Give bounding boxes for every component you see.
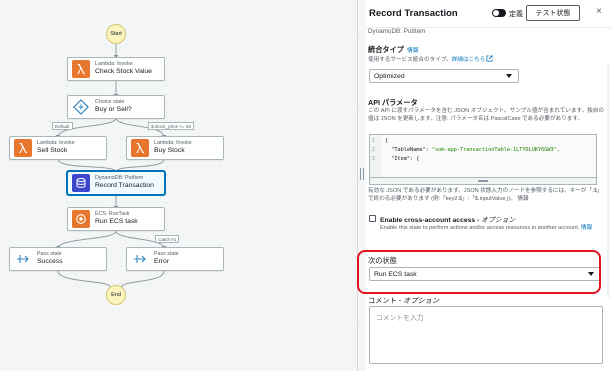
code-line: 1{ bbox=[370, 137, 596, 146]
choice-icon bbox=[72, 98, 90, 116]
node-name: Buy or Sell? bbox=[95, 106, 132, 114]
end-node[interactable]: End bbox=[106, 285, 126, 305]
node-name: Check Stock Value bbox=[95, 68, 152, 76]
end-label: End bbox=[111, 292, 121, 298]
optional-text: オプション bbox=[403, 296, 440, 305]
workflow-edges bbox=[55, 42, 167, 288]
code-text: "Item": { bbox=[385, 155, 419, 164]
edge-label-catch: Catch #1 bbox=[155, 235, 180, 243]
workflow-canvas[interactable]: Start Lambda: Invoke Check Stock Value Ch… bbox=[0, 0, 357, 371]
edge-success-end bbox=[57, 270, 111, 288]
node-type: ECS: RunTask bbox=[95, 211, 130, 218]
pass-icon bbox=[131, 250, 149, 268]
test-state-button[interactable]: テスト状態 bbox=[526, 5, 580, 21]
code-string: "som-app-TransactionTable-1LTYDLUKY6GW3"… bbox=[431, 147, 560, 153]
external-link-icon bbox=[486, 55, 493, 62]
code-key: "TableName": bbox=[391, 147, 432, 153]
node-choice[interactable]: Choice state Buy or Sell? bbox=[67, 95, 165, 119]
info-link[interactable]: 情報 bbox=[407, 48, 419, 54]
node-type: DynamoDB: PutItem bbox=[95, 175, 144, 182]
panel-title: Record Transaction bbox=[369, 8, 458, 19]
node-type: Lambda: Invoke bbox=[37, 140, 75, 147]
definition-label: 定義 bbox=[509, 11, 523, 18]
lambda-icon bbox=[131, 139, 149, 157]
grip-icon bbox=[360, 168, 364, 180]
edge-label-condition: $.stock_price <= 50 bbox=[148, 122, 195, 130]
definition-toggle[interactable] bbox=[492, 9, 506, 17]
edge-label-default: Default bbox=[52, 122, 73, 130]
node-type: Pass state bbox=[154, 251, 179, 258]
node-type: Pass state bbox=[37, 251, 62, 258]
pass-icon bbox=[14, 250, 32, 268]
node-name: Buy Stock bbox=[154, 147, 185, 155]
cross-account-checkbox[interactable] bbox=[369, 215, 376, 222]
integration-type-value: Optimized bbox=[374, 72, 405, 80]
code-key: "Item": { bbox=[391, 156, 420, 162]
node-run-ecs-task[interactable]: ECS: RunTask Run ECS task bbox=[67, 207, 165, 231]
learn-more-link[interactable]: 詳細はこちら bbox=[452, 57, 486, 63]
node-type: Choice state bbox=[95, 99, 125, 106]
integration-type-select[interactable]: Optimized bbox=[369, 69, 519, 83]
start-node[interactable]: Start bbox=[106, 24, 126, 44]
start-label: Start bbox=[110, 31, 122, 37]
api-params-editor[interactable]: 1{ 2 "TableName": "som-app-TransactionTa… bbox=[369, 134, 597, 178]
node-type: Lambda: Invoke bbox=[95, 61, 133, 68]
inspector-panel: Record Transaction 定義 テスト状態 × DynamoDB: … bbox=[366, 0, 612, 371]
api-name: DynamoDB: PutItem bbox=[368, 28, 426, 35]
panel-body: DynamoDB: PutItem 統合タイプ 情報 使用するサービス統合のタイプ… bbox=[366, 28, 612, 371]
edge-ecs-success bbox=[57, 230, 117, 249]
line-number: 2 bbox=[372, 148, 375, 153]
panel-resize-handle[interactable] bbox=[357, 0, 366, 371]
node-success[interactable]: Pass state Success bbox=[9, 247, 107, 271]
code-text: { bbox=[385, 138, 389, 144]
cross-account-desc: Enable this state to perform actions and… bbox=[380, 225, 602, 233]
comment-label-text: コメント - bbox=[368, 296, 404, 305]
node-type: Lambda: Invoke bbox=[154, 140, 192, 147]
node-sell-stock[interactable]: Lambda: Invoke Sell Stock bbox=[9, 136, 107, 160]
cross-account-text: Enable cross-account access - bbox=[380, 217, 482, 224]
dynamodb-icon bbox=[72, 174, 90, 192]
api-params-desc: この API に渡すパラメータを含む JSON オブジェクト。サンプル値が含まれ… bbox=[368, 108, 604, 122]
line-number: 1 bbox=[372, 139, 375, 144]
code-line: 2 "TableName": "som-app-TransactionTable… bbox=[370, 146, 596, 155]
node-check-stock[interactable]: Lambda: Invoke Check Stock Value bbox=[67, 57, 165, 81]
integration-desc-text: 使用するサービス統合のタイプ。 bbox=[368, 57, 452, 63]
node-buy-stock[interactable]: Lambda: Invoke Buy Stock bbox=[126, 136, 224, 160]
integration-type-label: 統合タイプ 情報 bbox=[368, 45, 419, 55]
close-icon[interactable]: × bbox=[596, 7, 602, 17]
cross-account-label: Enable cross-account access - オプション bbox=[380, 214, 515, 224]
cross-account-desc-text: Enable this state to perform actions and… bbox=[380, 225, 580, 231]
caret-down-icon bbox=[506, 74, 512, 78]
editor-resize-handle[interactable] bbox=[369, 178, 597, 185]
integration-type-text: 統合タイプ bbox=[368, 45, 404, 54]
comment-placeholder: コメントを入力 bbox=[376, 315, 424, 322]
code-text: "TableName": "som-app-TransactionTable-1… bbox=[385, 146, 560, 155]
optional-text: オプション bbox=[481, 217, 516, 224]
panel-scrollbar[interactable] bbox=[607, 63, 610, 298]
info-link[interactable]: 情報 bbox=[581, 225, 592, 231]
lambda-icon bbox=[72, 60, 90, 78]
node-name: Success bbox=[37, 258, 63, 266]
code-line: 3 "Item": { bbox=[370, 155, 596, 164]
grip-icon bbox=[478, 180, 488, 182]
line-number: 3 bbox=[372, 157, 375, 162]
highlight-annotation bbox=[357, 250, 601, 294]
comment-label: コメント - オプション bbox=[368, 296, 439, 306]
api-params-help: 有効な JSON である必要があります。JSON 状態入力のノードを参照するには… bbox=[368, 188, 603, 202]
node-record-transaction[interactable]: DynamoDB: PutItem Record Transaction bbox=[67, 171, 165, 195]
lambda-icon bbox=[14, 139, 32, 157]
node-name: Error bbox=[154, 258, 170, 266]
edge-error-end bbox=[121, 270, 165, 288]
node-name: Sell Stock bbox=[37, 147, 68, 155]
comment-textarea[interactable]: コメントを入力 bbox=[369, 306, 603, 364]
api-params-label: API パラメータ bbox=[368, 98, 418, 107]
ecs-icon bbox=[72, 210, 90, 228]
panel-header: Record Transaction 定義 テスト状態 × bbox=[366, 0, 612, 28]
node-name: Run ECS task bbox=[95, 218, 138, 226]
node-error[interactable]: Pass state Error bbox=[126, 247, 224, 271]
node-name: Record Transaction bbox=[95, 182, 154, 190]
integration-type-desc: 使用するサービス統合のタイプ。詳細はこちら bbox=[368, 55, 604, 65]
